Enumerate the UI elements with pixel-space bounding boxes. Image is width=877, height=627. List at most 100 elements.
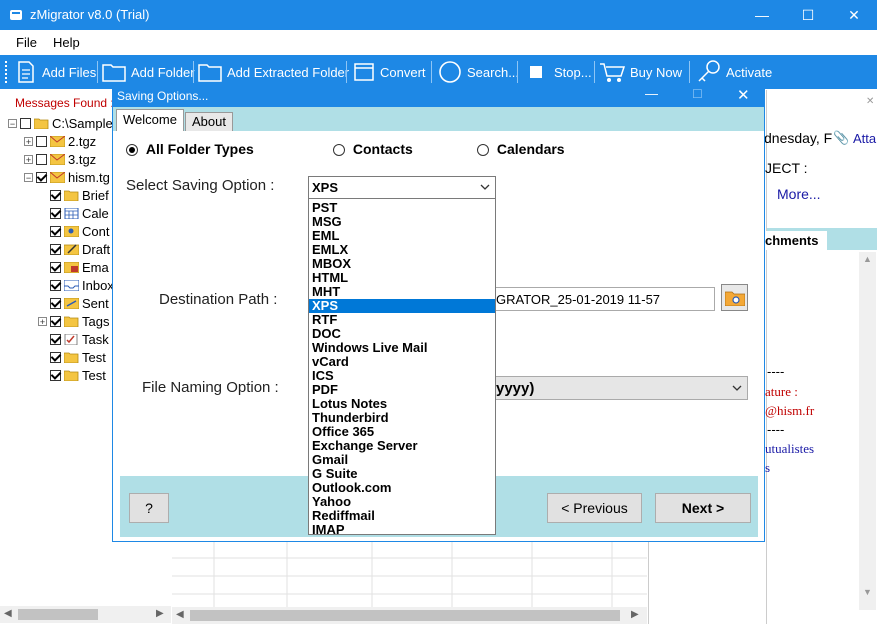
tree-checkbox[interactable] <box>50 315 61 327</box>
option-item[interactable]: PDF <box>309 383 495 397</box>
scroll-up-icon[interactable]: ▲ <box>863 254 872 264</box>
option-item[interactable]: Outlook.com <box>309 481 495 495</box>
next-button[interactable]: Next > <box>655 493 751 523</box>
chevron-down-icon[interactable] <box>732 385 742 392</box>
option-item[interactable]: PST <box>309 201 495 215</box>
scroll-down-icon[interactable]: ▼ <box>863 587 872 597</box>
scroll-left-icon[interactable]: ◀ <box>176 609 184 620</box>
radio-icon[interactable] <box>333 144 345 157</box>
saving-option-select[interactable]: XPS <box>308 176 496 199</box>
stop-icon <box>530 66 542 78</box>
chevron-down-icon[interactable] <box>480 184 490 191</box>
option-item[interactable]: EMLX <box>309 243 495 257</box>
option-item[interactable]: Lotus Notes <box>309 397 495 411</box>
dialog-minimize-icon[interactable]: — <box>645 86 658 101</box>
option-item[interactable]: DOC <box>309 327 495 341</box>
destination-path-input[interactable]: GRATOR_25-01-2019 11-57 <box>493 287 715 311</box>
tree-horizontal-scrollbar[interactable]: ◀ ▶ <box>0 606 171 623</box>
file-naming-value: yyyy) <box>496 380 535 397</box>
close-button[interactable]: ✕ <box>831 0 877 30</box>
menu-help[interactable]: Help <box>53 35 80 50</box>
option-item-selected[interactable]: XPS <box>309 299 495 313</box>
tree-checkbox[interactable] <box>36 171 47 183</box>
option-item[interactable]: Yahoo <box>309 495 495 509</box>
tree-checkbox[interactable] <box>50 261 61 273</box>
expand-icon[interactable]: + <box>38 316 47 326</box>
tab-attachments[interactable]: chments <box>765 231 827 250</box>
collapse-icon[interactable]: − <box>8 118 17 128</box>
option-item[interactable]: Rediffmail <box>309 509 495 523</box>
option-item[interactable]: Office 365 <box>309 425 495 439</box>
file-naming-option-label: File Naming Option : <box>142 379 279 396</box>
menu-bar: File Help <box>0 30 877 54</box>
tree-checkbox[interactable] <box>50 189 61 201</box>
tree-checkbox[interactable] <box>50 297 61 309</box>
tree-label: hism.tg <box>68 169 110 185</box>
option-item[interactable]: EML <box>309 229 495 243</box>
signature-label: ature : <box>765 384 798 399</box>
more-link[interactable]: More... <box>777 186 821 202</box>
option-item[interactable]: HTML <box>309 271 495 285</box>
tree-checkbox[interactable] <box>50 333 61 345</box>
folder-icon <box>198 64 222 82</box>
option-item[interactable]: RTF <box>309 313 495 327</box>
tree-checkbox[interactable] <box>36 135 47 147</box>
message-list-grid: ◀ ▶ <box>172 540 647 624</box>
tree-checkbox[interactable] <box>50 207 61 219</box>
collapse-icon[interactable]: − <box>24 172 33 182</box>
file-naming-select[interactable]: yyyy) <box>493 376 748 400</box>
option-item[interactable]: MBOX <box>309 257 495 271</box>
radio-selected-icon[interactable] <box>126 144 138 157</box>
dialog-close-icon[interactable]: ✕ <box>737 86 750 104</box>
preview-tabs: chments <box>765 228 877 250</box>
tab-welcome[interactable]: Welcome <box>116 109 184 131</box>
option-item[interactable]: Exchange Server <box>309 439 495 453</box>
scrollbar-thumb[interactable] <box>190 610 620 621</box>
grid-horizontal-scrollbar[interactable]: ◀ ▶ <box>172 607 647 624</box>
tree-checkbox[interactable] <box>50 243 61 255</box>
previous-button[interactable]: < Previous <box>547 493 642 523</box>
scroll-left-icon[interactable]: ◀ <box>4 608 12 619</box>
minimize-button[interactable]: — <box>739 0 785 30</box>
help-button[interactable]: ? <box>129 493 169 523</box>
browse-button[interactable] <box>721 284 748 311</box>
option-item[interactable]: MHT <box>309 285 495 299</box>
tree-checkbox[interactable] <box>50 351 61 363</box>
menu-file[interactable]: File <box>16 35 37 50</box>
option-item[interactable]: Gmail <box>309 453 495 467</box>
radio-all-folder-types[interactable]: All Folder Types <box>126 141 254 157</box>
toolbar-grip[interactable] <box>5 61 10 83</box>
maximize-button[interactable]: ☐ <box>785 0 831 30</box>
option-item[interactable]: G Suite <box>309 467 495 481</box>
convert-label: Convert <box>380 64 426 80</box>
tree-checkbox[interactable] <box>50 225 61 237</box>
drafts-icon <box>64 243 79 255</box>
expand-icon[interactable]: + <box>24 136 33 146</box>
option-item[interactable]: ICS <box>309 369 495 383</box>
radio-icon[interactable] <box>477 144 489 157</box>
tree-label: Draft <box>82 241 111 257</box>
preview-vertical-scrollbar[interactable]: ▲ ▼ <box>859 252 876 610</box>
attachment-link[interactable]: Atta <box>853 131 876 146</box>
option-item[interactable]: Thunderbird <box>309 411 495 425</box>
tree-checkbox[interactable] <box>36 153 47 165</box>
scroll-right-icon[interactable]: ▶ <box>631 609 639 620</box>
add-files-button[interactable]: Add Files <box>14 55 96 89</box>
app-icon <box>10 10 22 20</box>
tree-checkbox[interactable] <box>50 369 61 381</box>
radio-contacts[interactable]: Contacts <box>333 141 413 157</box>
scroll-right-icon[interactable]: ▶ <box>156 608 164 619</box>
expand-icon[interactable]: + <box>24 154 33 164</box>
tab-about[interactable]: About <box>185 112 233 131</box>
option-item[interactable]: Windows Live Mail <box>309 341 495 355</box>
radio-calendars[interactable]: Calendars <box>477 141 565 157</box>
tree-checkbox[interactable] <box>20 117 31 129</box>
option-item[interactable]: MSG <box>309 215 495 229</box>
tree-label: Inbox <box>82 277 114 293</box>
scrollbar-thumb[interactable] <box>18 609 98 620</box>
option-item[interactable]: vCard <box>309 355 495 369</box>
panel-close-icon[interactable]: ✕ <box>866 96 874 107</box>
option-item[interactable]: IMAP <box>309 523 495 537</box>
tab-welcome-label: Welcome <box>123 112 177 127</box>
tree-checkbox[interactable] <box>50 279 61 291</box>
